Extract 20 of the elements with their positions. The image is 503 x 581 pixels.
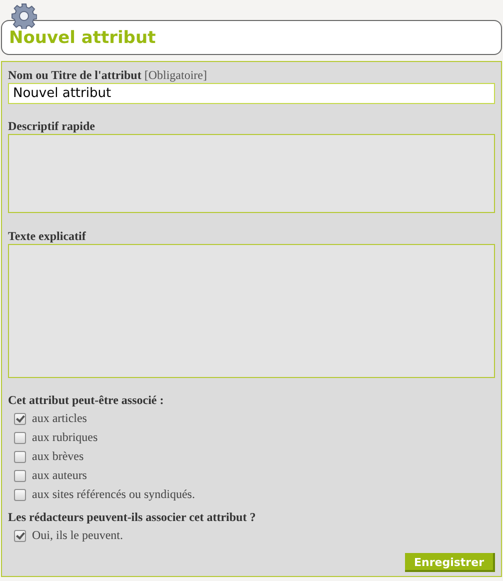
checkbox[interactable] [14, 530, 26, 542]
name-field[interactable]: Nouvel attribut [8, 83, 495, 104]
checkbox-label: aux brèves [32, 449, 84, 464]
checkbox[interactable] [14, 470, 26, 482]
group-label: Cet attribut peut-être associé : [8, 393, 165, 408]
checkbox[interactable] [14, 488, 26, 500]
field-label: Texte explicatif [8, 229, 86, 243]
checkbox[interactable] [14, 432, 26, 444]
field-label: Descriptif rapide [8, 119, 95, 133]
group-label: Les rédacteurs peuvent-ils associer cet attribut ? [8, 510, 257, 525]
checkbox[interactable] [14, 450, 26, 462]
page-title: Nouvel attribut [9, 28, 156, 48]
checkbox-label: Oui, ils le peuvent. [32, 528, 123, 543]
field-label: Nom ou Titre de l'attribut [8, 68, 142, 82]
checkbox-label: aux sites référencés ou syndiqués. [32, 487, 195, 502]
checkbox-label: aux rubriques [32, 430, 98, 445]
required-note: [Obligatoire] [144, 68, 207, 82]
checkbox-label: aux auteurs [32, 468, 87, 483]
checkbox-label: aux articles [32, 411, 87, 426]
checkbox[interactable] [14, 412, 26, 424]
